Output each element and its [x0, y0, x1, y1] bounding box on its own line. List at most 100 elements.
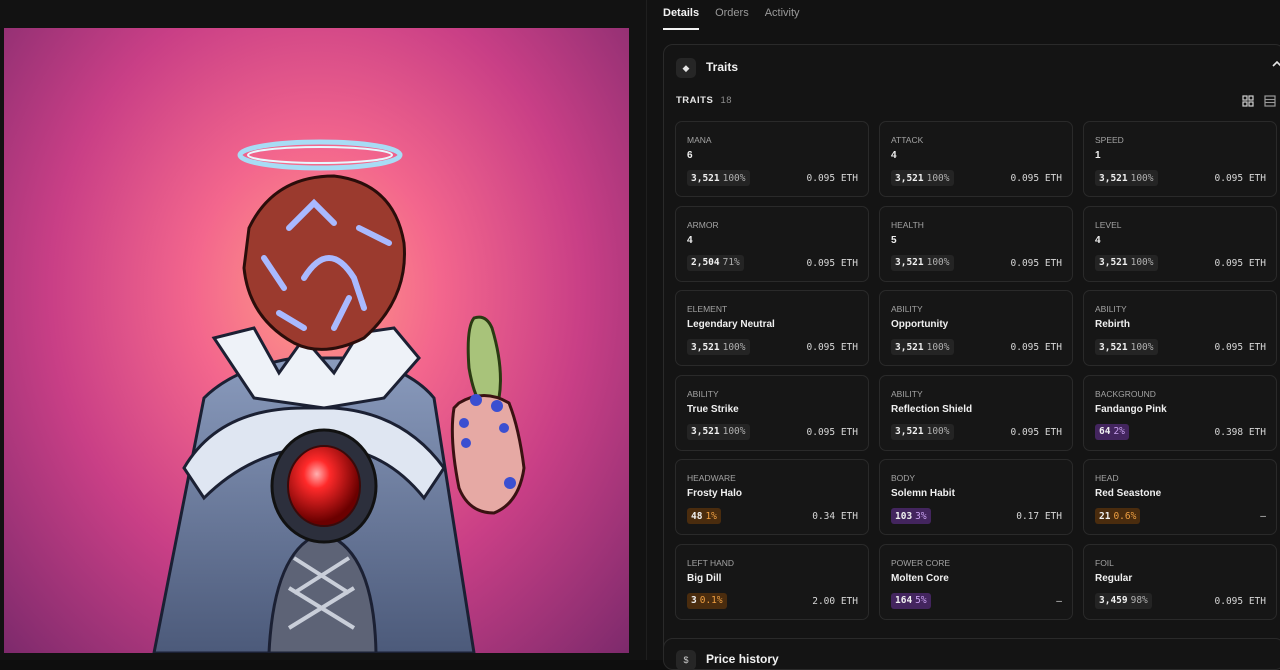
trait-floor-price: 0.398 ETH — [1214, 426, 1266, 438]
trait-card[interactable]: ABILITY Opportunity 3,521 100% 0.095 ETH — [879, 290, 1073, 366]
trait-value: Red Seastone — [1095, 488, 1162, 499]
trait-rarity-badge: 48 1% — [687, 508, 721, 524]
traits-panel: ◆ Traits TRAITS 18 MANA 6 3,521 100% 0.095 — [663, 44, 1280, 666]
trait-type: ELEMENT — [687, 304, 728, 314]
trait-count: 48 — [691, 510, 703, 522]
trait-type: POWER CORE — [891, 557, 951, 568]
trait-rarity-badge: 64 2% — [1095, 423, 1129, 440]
chevron-up-icon[interactable] — [1270, 59, 1280, 71]
traits-panel-header[interactable]: ◆ Traits — [664, 45, 1280, 89]
trait-floor-price: 0.095 ETH — [1214, 173, 1266, 184]
trait-count: 3,521 — [895, 341, 924, 353]
trait-card[interactable]: MANA 6 3,521 100% 0.095 ETH — [675, 121, 869, 197]
trait-card[interactable]: HEALTH 5 3,521 100% 0.095 ETH — [879, 205, 1073, 282]
trait-value: Opportunity — [891, 319, 949, 330]
trait-card[interactable]: FOIL Regular 3,459 98% 0.095 ETH — [1083, 543, 1277, 620]
trait-count: 164 — [895, 595, 913, 606]
trait-card[interactable]: ELEMENT Legendary Neutral 3,521 100% 0.095 E… — [675, 290, 869, 366]
trait-percent: 5% — [915, 595, 927, 606]
trait-floor-price: 0.095 ETH — [1010, 342, 1062, 353]
trait-card[interactable]: ABILITY Rebirth 3,521 100% 0.095 ETH — [1083, 290, 1277, 366]
trait-type: ARMOR — [687, 219, 719, 230]
trait-value: Molten Core — [891, 572, 949, 584]
trait-floor-price: 0.095 ETH — [1214, 257, 1266, 269]
trait-card[interactable]: SPEED 1 3,521 100% 0.095 ETH — [1083, 121, 1277, 197]
trait-rarity-badge: 3,521 100% — [1095, 170, 1158, 186]
price-history-panel[interactable]: $ Price history — [663, 638, 1280, 670]
trait-count: 103 — [895, 510, 913, 522]
trait-value: 6 — [687, 150, 693, 161]
trait-value: Rebirth — [1095, 319, 1130, 330]
trait-value: Frosty Halo — [687, 488, 743, 499]
trait-percent: 100% — [722, 426, 746, 437]
trait-value: Solemn Habit — [891, 488, 955, 499]
trait-count: 3,521 — [1099, 172, 1128, 184]
price-history-title: Price history — [706, 652, 779, 666]
trait-type: SPEED — [1095, 135, 1124, 145]
trait-card[interactable]: LEFT HAND Big Dill 3 0.1% 2.00 ETH — [675, 543, 869, 620]
trait-value: 4 — [891, 150, 897, 161]
list-view-icon[interactable] — [1264, 95, 1276, 107]
trait-percent: 100% — [1130, 172, 1154, 184]
traits-grid: MANA 6 3,521 100% 0.095 ETH ATTACK 4 3,521 100% 0… — [675, 121, 1277, 620]
trait-card[interactable]: LEVEL 4 3,521 100% 0.095 ETH — [1083, 205, 1277, 282]
trait-rarity-badge: 3,521 100% — [687, 170, 750, 186]
trait-rarity-badge: 3,521 100% — [891, 254, 954, 271]
traits-count: 18 — [720, 95, 733, 106]
trait-card[interactable]: ABILITY True Strike 3,521 100% 0.095 ETH — [675, 374, 869, 451]
trait-rarity-badge: 21 0.6% — [1095, 508, 1141, 524]
trait-value: 5 — [891, 234, 897, 246]
trait-rarity-badge: 3,521 100% — [1095, 254, 1158, 271]
trait-rarity-badge: 3,521 100% — [891, 339, 954, 355]
trait-count: 3,459 — [1099, 595, 1128, 606]
trait-floor-price: 0.095 ETH — [806, 257, 858, 269]
trait-count: 3,521 — [691, 426, 720, 437]
trait-rarity-badge: 3,459 98% — [1095, 592, 1152, 609]
trait-card[interactable]: HEADWARE Frosty Halo 48 1% 0.34 ETH — [675, 459, 869, 535]
trait-count: 3 — [691, 595, 697, 606]
grid-view-icon[interactable] — [1242, 95, 1254, 107]
trait-card[interactable]: ARMOR 4 2,504 71% 0.095 ETH — [675, 205, 869, 282]
trait-rarity-badge: 2,504 71% — [687, 254, 744, 271]
trait-floor-price: – — [1056, 595, 1062, 607]
trait-percent: 0.6% — [1113, 510, 1137, 522]
trait-card[interactable]: POWER CORE Molten Core 164 5% – — [879, 543, 1073, 620]
trait-floor-price: 0.34 ETH — [812, 511, 858, 522]
trait-value: True Strike — [687, 403, 739, 415]
tab-activity[interactable]: Activity — [765, 0, 800, 22]
trait-type: LEFT HAND — [687, 557, 735, 568]
trait-floor-price: 0.095 ETH — [806, 342, 858, 353]
trait-percent: 3% — [915, 510, 927, 522]
trait-card[interactable]: HEAD Red Seastone 21 0.6% – — [1083, 459, 1277, 535]
trait-percent: 100% — [722, 341, 746, 353]
trait-floor-price: 0.095 ETH — [1214, 595, 1266, 607]
trait-card[interactable]: ABILITY Reflection Shield 3,521 100% 0.095 E… — [879, 374, 1073, 451]
trait-card[interactable]: ATTACK 4 3,521 100% 0.095 ETH — [879, 121, 1073, 197]
trait-value: 4 — [1095, 234, 1101, 246]
trait-rarity-badge: 3 0.1% — [687, 592, 727, 609]
tab-orders[interactable]: Orders — [715, 0, 749, 22]
trait-count: 3,521 — [691, 341, 720, 353]
nft-artwork-image[interactable] — [4, 28, 629, 653]
trait-type: ABILITY — [1095, 304, 1127, 314]
trait-card[interactable]: BACKGROUND Fandango Pink 64 2% 0.398 ETH — [1083, 374, 1277, 451]
trait-floor-price: 0.095 ETH — [1010, 426, 1062, 438]
trait-percent: 100% — [926, 172, 950, 184]
trait-count: 3,521 — [895, 426, 924, 437]
view-toggle — [1242, 95, 1276, 107]
trait-floor-price: – — [1260, 511, 1266, 522]
trait-percent: 100% — [926, 341, 950, 353]
traits-panel-title: Traits — [706, 60, 739, 74]
trait-percent: 100% — [1130, 257, 1154, 268]
artwork-pane — [0, 0, 646, 660]
trait-card[interactable]: BODY Solemn Habit 103 3% 0.17 ETH — [879, 459, 1073, 535]
trait-type: LEVEL — [1095, 219, 1122, 230]
trait-rarity-badge: 3,521 100% — [1095, 339, 1158, 355]
trait-value: Legendary Neutral — [687, 319, 775, 330]
trait-type: HEADWARE — [687, 473, 736, 483]
trait-count: 64 — [1099, 426, 1111, 437]
trait-rarity-badge: 103 3% — [891, 508, 931, 524]
tab-details[interactable]: Details — [663, 0, 700, 30]
trait-count: 3,521 — [691, 172, 720, 184]
trait-count: 3,521 — [1099, 257, 1128, 268]
